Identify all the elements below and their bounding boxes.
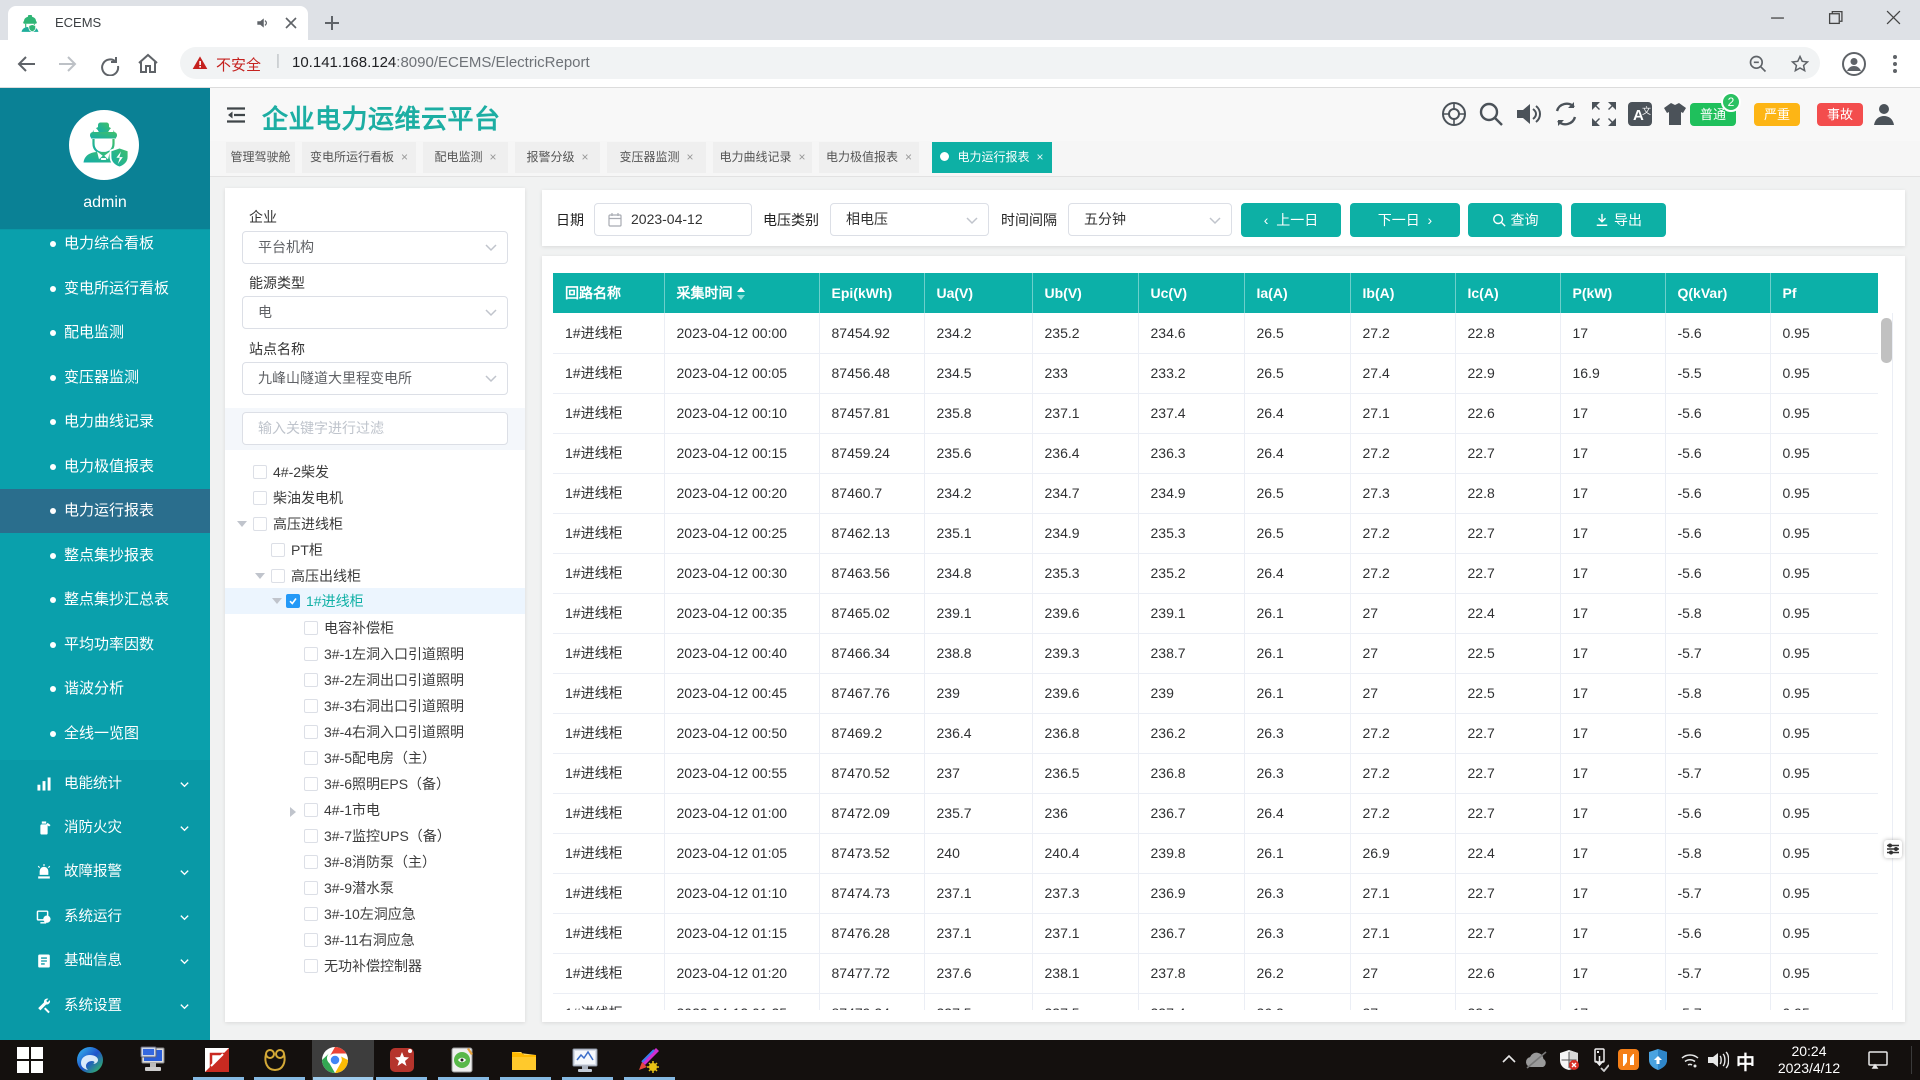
- svg-text:文: 文: [1642, 105, 1651, 116]
